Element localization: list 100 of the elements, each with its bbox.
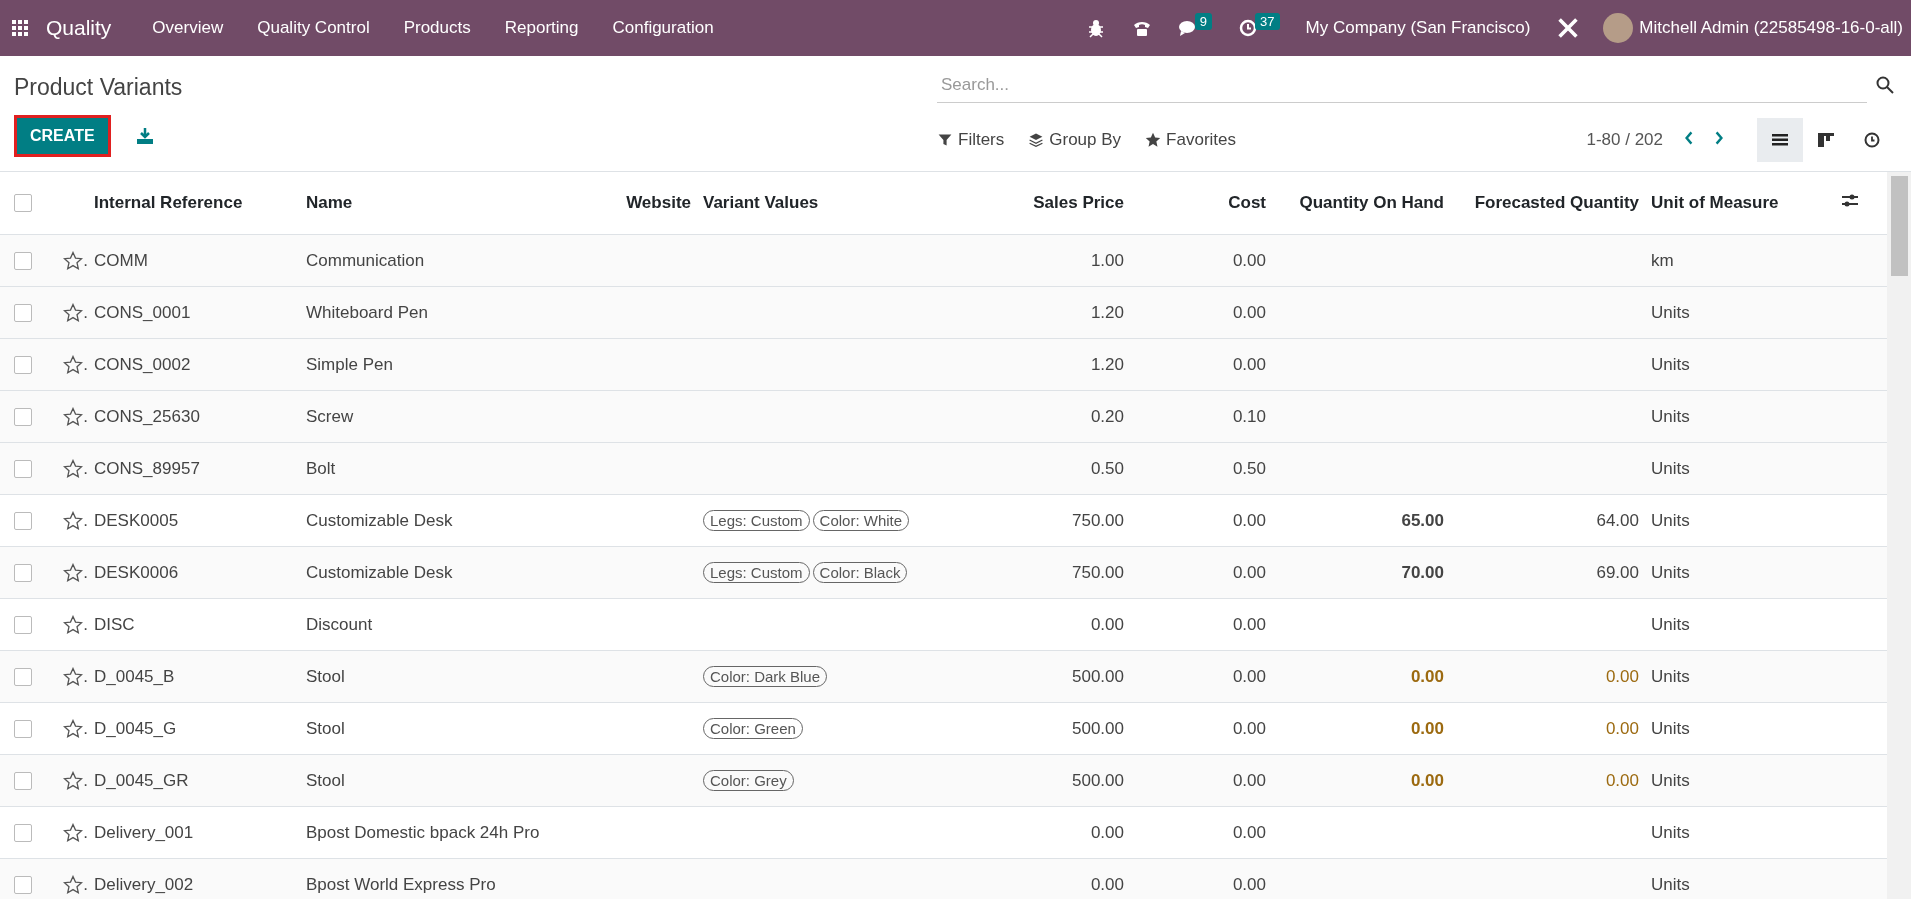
row-checkbox[interactable]: [14, 563, 32, 582]
table-cell-text: 0.00: [1089, 614, 1125, 635]
table-cell-text: 0.50: [1089, 458, 1125, 479]
column-header[interactable]: Unit of Measure: [1645, 193, 1840, 213]
row-checkbox[interactable]: [14, 771, 32, 790]
table-cell-text: Units: [1650, 302, 1691, 323]
favorite-mark: .: [83, 406, 88, 427]
favorites-button[interactable]: Favorites: [1145, 130, 1236, 150]
row-checkbox[interactable]: [14, 303, 32, 322]
row-checkbox[interactable]: [14, 719, 32, 738]
table-cell-text: Communication: [305, 250, 426, 271]
row-checkbox[interactable]: [14, 615, 32, 634]
table-cell-text: Units: [1650, 458, 1691, 479]
favorite-star-icon[interactable]: [63, 458, 84, 479]
table-cell-text: 0.00: [1089, 822, 1125, 843]
table-cell-text: 0.00: [1231, 770, 1267, 791]
column-header[interactable]: Cost: [1130, 193, 1272, 213]
favorite-star-icon[interactable]: [63, 302, 84, 323]
pager-value[interactable]: 1-80 / 202: [1586, 130, 1663, 150]
row-checkbox[interactable]: [14, 251, 32, 270]
row-checkbox[interactable]: [14, 407, 32, 426]
favorite-star-icon[interactable]: [63, 874, 84, 895]
column-header[interactable]: Quantity On Hand: [1272, 193, 1450, 213]
table-cell-text: 0.00: [1231, 822, 1267, 843]
table-cell-text: Stool: [305, 666, 346, 687]
table-cell-text: DESK0006: [93, 562, 180, 583]
kanban-view-icon[interactable]: [1816, 130, 1836, 150]
table-cell-text: Units: [1650, 822, 1691, 843]
table-cell-text: Simple Pen: [305, 354, 394, 375]
company-switcher[interactable]: My Company (San Francisco): [1305, 18, 1531, 38]
column-header[interactable]: Sales Price: [1010, 193, 1130, 213]
table-cell-text: 69.00: [1595, 562, 1640, 583]
row-checkbox[interactable]: [14, 875, 32, 894]
select-all-checkbox[interactable]: [14, 194, 32, 212]
table-cell-text: Bpost World Express Pro: [305, 874, 497, 895]
column-header[interactable]: Variant Values: [697, 193, 1010, 213]
table-cell-text: Bpost Domestic bpack 24h Pro: [305, 822, 541, 843]
row-checkbox[interactable]: [14, 355, 32, 374]
menu-item[interactable]: Quality Control: [240, 18, 387, 38]
favorite-star-icon[interactable]: [63, 822, 84, 843]
search-icon[interactable]: [1875, 75, 1895, 95]
table-cell-text: 0.00: [1409, 718, 1445, 739]
row-checkbox[interactable]: [14, 823, 32, 842]
filters-button[interactable]: Filters: [937, 130, 1005, 150]
column-header[interactable]: Name: [300, 193, 600, 213]
menu-item[interactable]: Configuration: [595, 18, 731, 38]
favorite-star-icon[interactable]: [63, 718, 84, 739]
favorite-star-icon[interactable]: [63, 666, 84, 687]
table-cell-text: 0.00: [1409, 666, 1445, 687]
menu-item[interactable]: Products: [386, 18, 488, 38]
app-grid-icon[interactable]: [10, 18, 30, 38]
favorite-mark: .: [83, 354, 88, 375]
favorite-mark: .: [83, 302, 88, 323]
table-cell-text: 0.00: [1409, 770, 1445, 791]
column-header[interactable]: Website: [600, 193, 697, 213]
table-cell-text: 70.00: [1400, 562, 1445, 583]
clock-icon[interactable]: [1862, 130, 1882, 150]
view-switch-button[interactable]: [1757, 118, 1803, 162]
row-checkbox[interactable]: [14, 459, 32, 478]
table-cell-text: 0.00: [1231, 302, 1267, 323]
favorite-star-icon[interactable]: [63, 770, 84, 791]
favorite-mark: .: [83, 250, 88, 271]
favorite-mark: .: [83, 562, 88, 583]
chat-icon[interactable]: [1177, 18, 1198, 38]
row-checkbox[interactable]: [14, 667, 32, 686]
favorite-star-icon[interactable]: [63, 510, 84, 531]
column-header[interactable]: Forecasted Quantity: [1450, 193, 1645, 213]
favorite-star-icon[interactable]: [63, 354, 84, 375]
menu-item[interactable]: Overview: [135, 18, 241, 38]
favorite-star-icon[interactable]: [63, 406, 84, 427]
table-cell-text: 1.00: [1089, 250, 1125, 271]
avatar[interactable]: [1603, 13, 1634, 43]
filter-icon: [937, 132, 953, 148]
table-cell-text: D_0045_GR: [93, 770, 190, 791]
table-cell-text: 0.50: [1231, 458, 1267, 479]
table-cell-text: 0.00: [1231, 510, 1267, 531]
favorite-mark: .: [83, 510, 88, 531]
favorite-star-icon[interactable]: [63, 614, 84, 635]
scrollbar-thumb[interactable]: [1890, 176, 1908, 276]
favorite-star-icon[interactable]: [63, 562, 84, 583]
clock-icon[interactable]: [1238, 18, 1259, 38]
table-cell-text: Delivery_001: [93, 822, 195, 843]
menu-item[interactable]: Reporting: [487, 18, 596, 38]
column-header[interactable]: Internal Reference: [88, 193, 300, 213]
message-count-badge: 9: [1194, 12, 1213, 30]
favorite-star-icon[interactable]: [63, 250, 84, 271]
table-cell-text: 0.00: [1604, 666, 1640, 687]
table-cell-text: 750.00: [1071, 562, 1125, 583]
table-cell-text: CONS_89957: [93, 458, 201, 479]
table-cell-text: 0.00: [1231, 666, 1267, 687]
create-button[interactable]: CREATE: [14, 115, 111, 157]
app-name[interactable]: Quality: [46, 16, 112, 40]
table-cell-text: Units: [1650, 562, 1691, 583]
table-cell-text: D_0045_G: [93, 718, 178, 739]
page-title: Product Variants: [14, 74, 184, 101]
user-menu[interactable]: Mitchell Admin (22585498-16-0-all): [1639, 18, 1903, 38]
search-field[interactable]: Search...: [937, 67, 1867, 103]
row-checkbox[interactable]: [14, 511, 32, 530]
group-by-button[interactable]: Group By: [1028, 130, 1122, 150]
download-icon[interactable]: [134, 126, 155, 146]
